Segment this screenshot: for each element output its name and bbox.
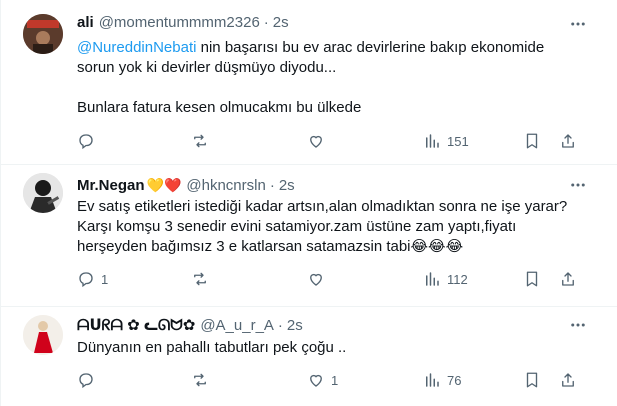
- like-button[interactable]: [307, 269, 331, 289]
- like-button[interactable]: [307, 131, 331, 151]
- heart-icon: [310, 374, 322, 387]
- user-handle[interactable]: @A_u_r_A: [200, 317, 274, 334]
- separator-dot: ·: [269, 176, 275, 194]
- tweet-header: Mr.Negan 💛❤️ @hkncnrsln · 2s: [77, 175, 295, 195]
- bookmark-icon: [526, 372, 538, 388]
- bookmark-button[interactable]: [523, 370, 541, 390]
- heart-icon: [310, 135, 322, 148]
- view-count: 151: [447, 133, 469, 149]
- mention-link[interactable]: @NureddinNebati: [77, 39, 196, 56]
- views-button[interactable]: 112: [423, 269, 468, 289]
- tweet-text-line: Karşı komşu 3 senedir evini satamiyor.za…: [77, 218, 517, 235]
- reply-button[interactable]: 1: [77, 269, 108, 289]
- separator-dot: ·: [263, 13, 269, 31]
- repost-button[interactable]: [191, 269, 215, 289]
- views-button[interactable]: 151: [423, 131, 469, 151]
- repost-icon: [194, 134, 206, 148]
- tweet-header: ᗩᑌᖇᗩ ✿ ᓚᘏᗢ✿ @A_u_r_A · 2s: [77, 315, 303, 335]
- like-button[interactable]: 1: [307, 370, 338, 390]
- views-chart-icon: [426, 373, 439, 387]
- more-options-button[interactable]: [568, 14, 588, 34]
- name-emojis: 💛❤️: [146, 176, 182, 193]
- tweet-text-line: sorun yok ki devirler düşmüyo diyodu...: [77, 59, 337, 76]
- reply-icon: [79, 134, 93, 150]
- tweet[interactable]: ᗩᑌᖇᗩ ✿ ᓚᘏᗢ✿ @A_u_r_A · 2s Dünyanın en pa…: [1, 307, 617, 406]
- more-dots-icon: [571, 22, 585, 26]
- tweet-actions: 1 76: [71, 370, 581, 390]
- display-name[interactable]: Mr.Negan: [77, 177, 145, 194]
- repost-button[interactable]: [191, 131, 215, 151]
- user-handle[interactable]: @momentummmm2326: [99, 14, 260, 31]
- share-button[interactable]: [559, 131, 577, 151]
- bookmark-button[interactable]: [523, 131, 541, 151]
- tweet-text-line: Dünyanın en pahallı tabutları pek çoğu .…: [77, 339, 347, 356]
- share-button[interactable]: [559, 370, 577, 390]
- avatar-image-icon: [23, 14, 63, 54]
- tweet-text: Ev satış etiketleri istediği kadar artsı…: [77, 197, 597, 257]
- repost-icon: [194, 272, 206, 286]
- more-options-button[interactable]: [568, 175, 588, 195]
- timestamp[interactable]: 2s: [287, 317, 303, 334]
- views-button[interactable]: 76: [423, 370, 461, 390]
- more-dots-icon: [571, 323, 585, 327]
- avatar[interactable]: [23, 14, 63, 54]
- repost-icon: [194, 373, 206, 387]
- share-icon: [562, 272, 574, 286]
- view-count: 112: [447, 271, 468, 287]
- repost-button[interactable]: [191, 370, 215, 390]
- separator-dot: ·: [277, 316, 283, 334]
- reply-icon: [79, 373, 93, 389]
- reply-button[interactable]: [77, 370, 101, 390]
- timestamp[interactable]: 2s: [273, 14, 289, 31]
- tweet-text-line: Bunlara fatura kesen olmucakmı bu ülkede: [77, 99, 362, 116]
- share-button[interactable]: [559, 269, 577, 289]
- tweet-text: @NureddinNebati nin başarısı bu ev arac …: [77, 38, 597, 118]
- tweet-text-line: nin başarısı bu ev arac devirlerine bakı…: [196, 39, 545, 56]
- share-icon: [562, 134, 574, 148]
- avatar[interactable]: [23, 315, 63, 355]
- tweet-text-line: herşeyden bağımsız 3 e katlarsan satamaz…: [77, 238, 411, 255]
- tweet-actions: 151: [71, 131, 581, 151]
- reply-icon: [79, 272, 93, 288]
- display-name[interactable]: ali: [77, 14, 94, 31]
- tweet-text: Dünyanın en pahallı tabutları pek çoğu .…: [77, 338, 597, 358]
- more-options-button[interactable]: [568, 315, 588, 335]
- display-name[interactable]: ᗩᑌᖇᗩ ✿ ᓚᘏᗢ✿: [77, 316, 195, 334]
- tweet-header: ali @momentummmm2326 · 2s: [77, 12, 289, 32]
- tweet[interactable]: ali @momentummmm2326 · 2s @NureddinNebat…: [1, 0, 617, 165]
- bookmark-button[interactable]: [523, 269, 541, 289]
- timestamp[interactable]: 2s: [279, 177, 295, 194]
- share-icon: [562, 373, 574, 387]
- like-count: 1: [331, 372, 339, 388]
- tweet-text-line: Ev satış etiketleri istediği kadar artsı…: [77, 198, 568, 215]
- avatar-image-icon: [23, 173, 63, 213]
- tweet-actions: 1 112: [71, 269, 581, 289]
- timeline: ali @momentummmm2326 · 2s @NureddinNebat…: [0, 0, 617, 406]
- more-dots-icon: [571, 183, 585, 187]
- view-count: 76: [447, 372, 462, 388]
- user-handle[interactable]: @hkncnrsln: [186, 177, 265, 194]
- bookmark-icon: [526, 133, 538, 149]
- reply-count: 1: [101, 271, 109, 287]
- views-chart-icon: [426, 134, 439, 148]
- views-chart-icon: [426, 272, 439, 286]
- bookmark-icon: [526, 271, 538, 287]
- tweet[interactable]: Mr.Negan 💛❤️ @hkncnrsln · 2s Ev satış et…: [1, 165, 617, 307]
- heart-icon: [310, 273, 322, 286]
- avatar[interactable]: [23, 173, 63, 213]
- avatar-image-icon: [23, 315, 63, 355]
- laughing-emojis: 😂😂😂: [410, 238, 464, 255]
- reply-button[interactable]: [77, 131, 101, 151]
